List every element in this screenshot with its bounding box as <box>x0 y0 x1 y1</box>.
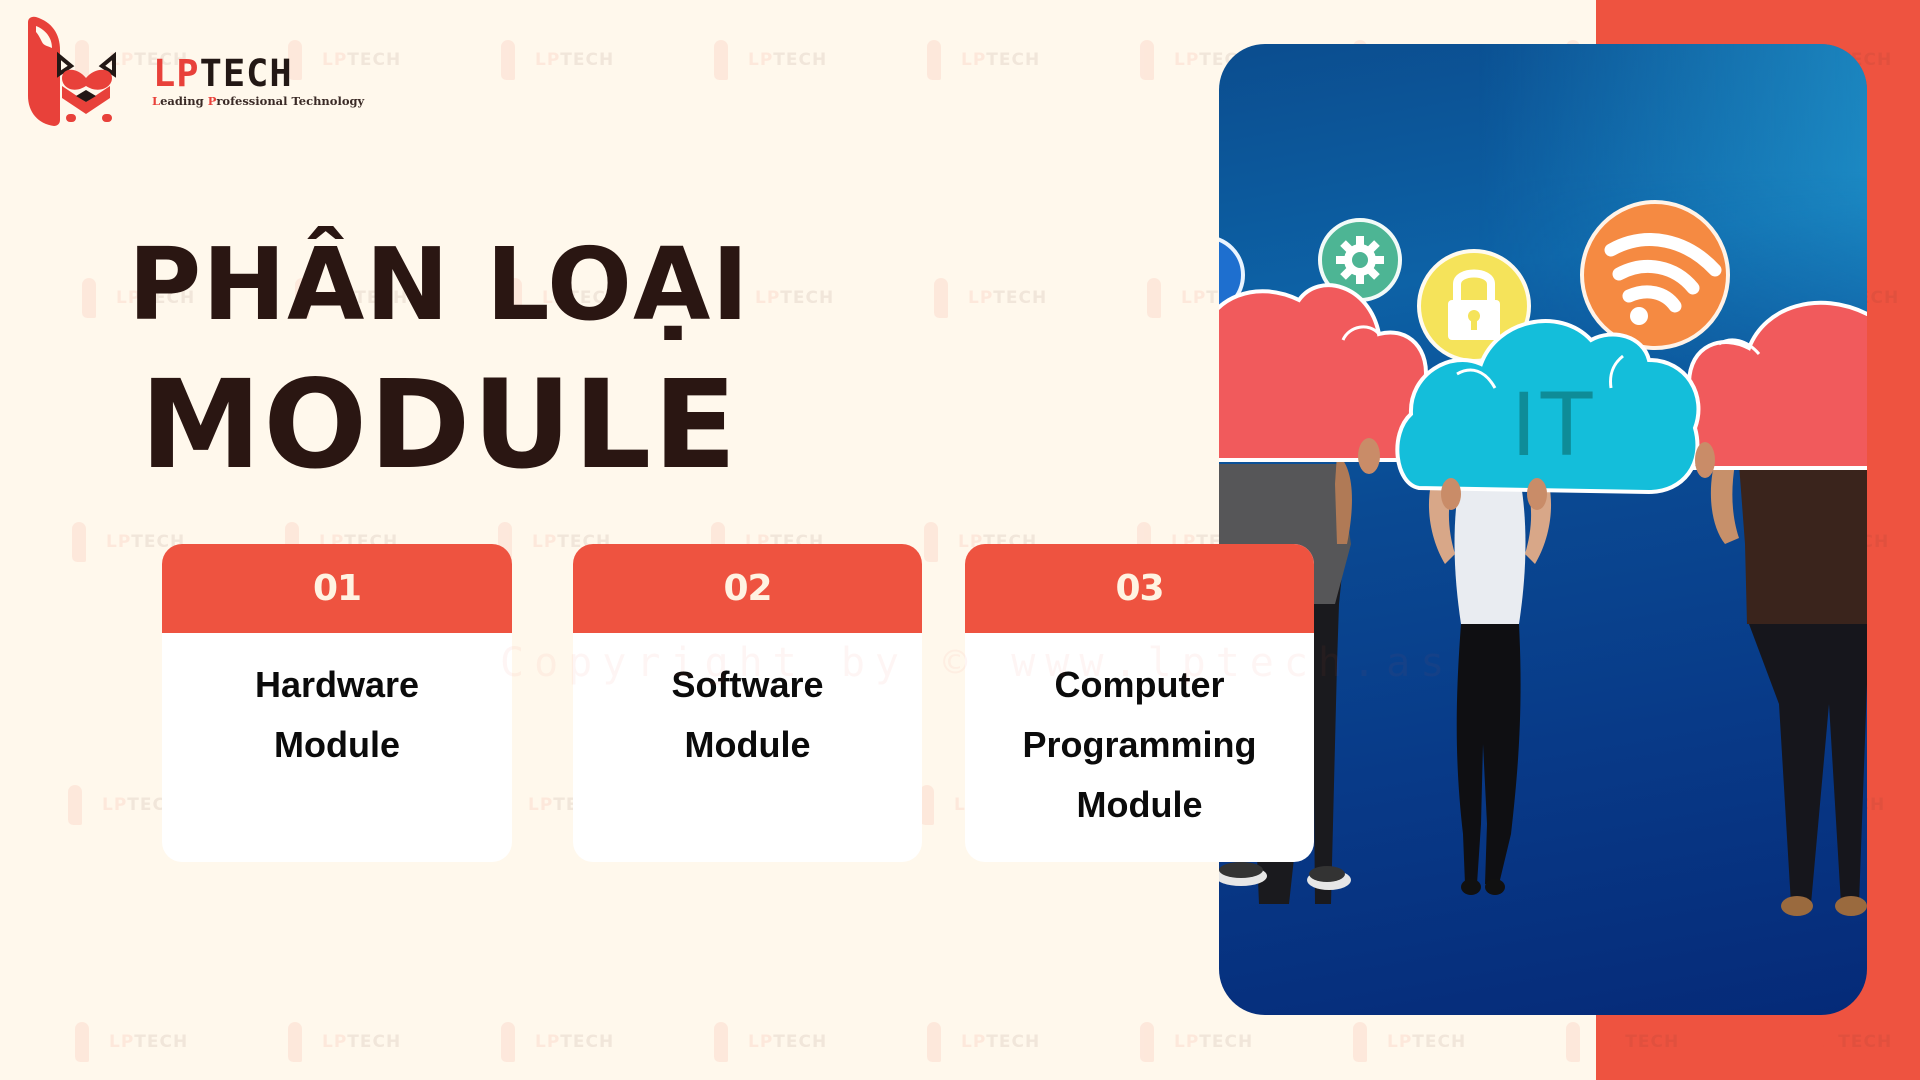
module-card-programming: 03 Computer Programming Module <box>965 544 1314 862</box>
card-label-line: Module <box>684 724 811 765</box>
card-label: Software Module <box>573 633 922 775</box>
logo-word-red: LP <box>153 52 200 95</box>
watermark-logo: LPTECH <box>934 278 1084 322</box>
tagline-part: eading <box>160 94 208 108</box>
card-label-line: Software <box>671 664 824 705</box>
person-middle <box>1428 484 1552 895</box>
card-label-line: Module <box>274 724 400 765</box>
watermark-logo: LPTECH <box>288 1022 438 1066</box>
module-card-software: 02 Software Module <box>573 544 922 862</box>
module-card-hardware: 01 Hardware Module <box>162 544 512 862</box>
watermark-logo: LPTECH <box>1353 1022 1503 1066</box>
card-number: 01 <box>312 568 362 609</box>
watermark-logo: LPTECH <box>501 1022 651 1066</box>
watermark-logo: LPTECH <box>927 1022 1077 1066</box>
card-label-line: Programming <box>1022 724 1257 765</box>
watermark-logo: LPTECH <box>927 40 1077 84</box>
logo-tagline: Leading Professional Technology <box>152 94 364 108</box>
wifi-icon <box>1580 200 1730 350</box>
card-header: 01 <box>162 544 512 633</box>
card-label-line: Computer <box>1054 664 1225 705</box>
red-cloud-left <box>1219 283 1430 462</box>
card-number: 02 <box>723 568 772 609</box>
card-header: 02 <box>573 544 922 633</box>
photo-illustration <box>1219 200 1867 916</box>
page-title: PHÂN LOẠI MODULE <box>128 220 750 500</box>
card-label-line: Hardware <box>254 664 420 705</box>
lptech-logo: LPTECH Leading Professional Technology <box>26 16 364 128</box>
title-line-1: PHÂN LOẠI <box>128 226 750 343</box>
card-number: 03 <box>1115 568 1164 609</box>
card-label-line: Module <box>1076 784 1203 825</box>
it-sign-text: IT <box>1511 373 1597 475</box>
it-cloud-photo: IT <box>1219 44 1867 1015</box>
tagline-part: L <box>152 94 161 108</box>
watermark-logo: LPTECH <box>75 1022 225 1066</box>
person-right <box>1710 454 1867 916</box>
title-line-2: MODULE <box>140 354 739 496</box>
fox-logo-icon <box>28 16 116 127</box>
card-label: Computer Programming Module <box>965 633 1314 835</box>
card-header: 03 <box>965 544 1314 633</box>
watermark-logo: LPTECH <box>714 40 864 84</box>
logo-wordmark: LPTECH <box>153 54 293 94</box>
watermark-logo: LPTECH <box>1140 1022 1290 1066</box>
logo-word-dark: TECH <box>199 52 293 95</box>
red-cloud-right <box>1682 300 1867 470</box>
watermark-logo: LPTECH <box>501 40 651 84</box>
watermark-logo: LPTECH <box>714 1022 864 1066</box>
tagline-part: rofessional Technology <box>216 94 365 108</box>
card-label: Hardware Module <box>162 633 512 775</box>
